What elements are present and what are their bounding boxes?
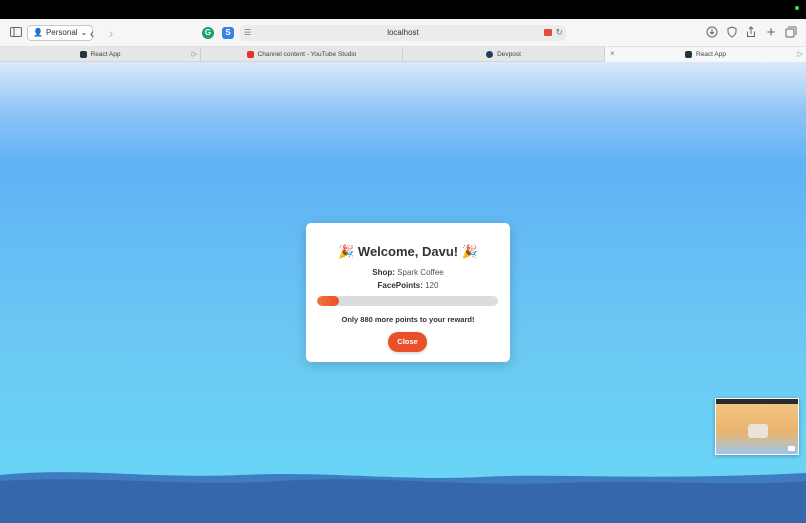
s-extension-icon[interactable]: S [222, 27, 234, 39]
new-tab-icon[interactable]: + [764, 25, 778, 40]
forward-icon[interactable]: › [104, 26, 118, 40]
person-icon: 👤 [33, 28, 43, 37]
points-value: 120 [425, 281, 439, 290]
tab-label: Devpost [497, 51, 521, 58]
profile-label: Personal [45, 28, 78, 37]
points-line: FacePoints: 120 [306, 281, 510, 290]
shield-icon[interactable] [725, 26, 739, 40]
party-popper-icon: 🎉 [338, 244, 355, 259]
menu-bar [0, 0, 806, 19]
reload-icon[interactable]: ↻ [555, 27, 563, 38]
browser-toolbar: 👤 Personal ⌄ ‹ › G S ☰ localhost ↻ + [0, 19, 806, 47]
tab-overview-icon[interactable] [784, 26, 798, 40]
pip-title-bar [716, 399, 798, 404]
modal-title: 🎉 Welcome, Davu! 🎉 [306, 244, 510, 260]
tab-devpost[interactable]: Devpost [403, 47, 605, 62]
sidebar-icon[interactable] [9, 26, 23, 40]
camera-icon: ▷ [191, 51, 197, 58]
reward-message: Only 880 more points to your reward! [341, 315, 475, 324]
tab-react-app-2[interactable]: × React App ▷ [605, 47, 806, 62]
grammarly-extension-icon[interactable]: G [202, 27, 214, 39]
tab-label: React App [90, 51, 121, 58]
share-icon[interactable] [744, 26, 758, 40]
camera-recording-icon[interactable] [544, 29, 552, 36]
devpost-favicon-icon [486, 51, 494, 58]
tab-bar: React App ▷ Channel content - YouTube St… [0, 47, 806, 62]
page-content: 🎉 Welcome, Davu! 🎉 Shop: Spark Coffee Fa… [0, 62, 806, 523]
shop-line: Shop: Spark Coffee [306, 268, 510, 277]
react-favicon-icon [79, 51, 87, 58]
shop-label: Shop: [372, 268, 395, 277]
points-label: FacePoints: [377, 281, 423, 290]
status-indicator [795, 6, 799, 10]
welcome-modal: 🎉 Welcome, Davu! 🎉 Shop: Spark Coffee Fa… [306, 223, 510, 362]
welcome-heading: Welcome, Davu! [357, 244, 459, 259]
tab-react-app-1[interactable]: React App ▷ [0, 47, 201, 62]
tab-label: React App [696, 51, 726, 58]
address-url: localhost [387, 28, 419, 37]
points-progress-bar [317, 296, 498, 306]
tab-label: Channel content - YouTube Studio [257, 51, 357, 58]
youtube-favicon-icon [246, 51, 254, 58]
close-button[interactable]: Close [388, 332, 427, 352]
profile-button[interactable]: 👤 Personal ⌄ [27, 25, 94, 41]
pip-control-icon[interactable] [788, 446, 795, 451]
back-icon[interactable]: ‹ [85, 26, 99, 40]
react-favicon-icon [685, 51, 692, 58]
ocean-waves [0, 472, 806, 523]
pip-video-content [748, 424, 768, 438]
shop-value: Spark Coffee [397, 268, 444, 277]
download-icon[interactable] [705, 26, 719, 40]
address-bar[interactable]: ☰ localhost ↻ [240, 25, 566, 41]
party-popper-icon: 🎉 [461, 244, 478, 259]
picture-in-picture-window[interactable] [715, 398, 799, 455]
close-tab-icon[interactable]: × [610, 49, 615, 58]
progress-fill [317, 296, 339, 306]
camera-icon: ▷ [797, 51, 803, 58]
tab-youtube-studio[interactable]: Channel content - YouTube Studio [201, 47, 403, 62]
